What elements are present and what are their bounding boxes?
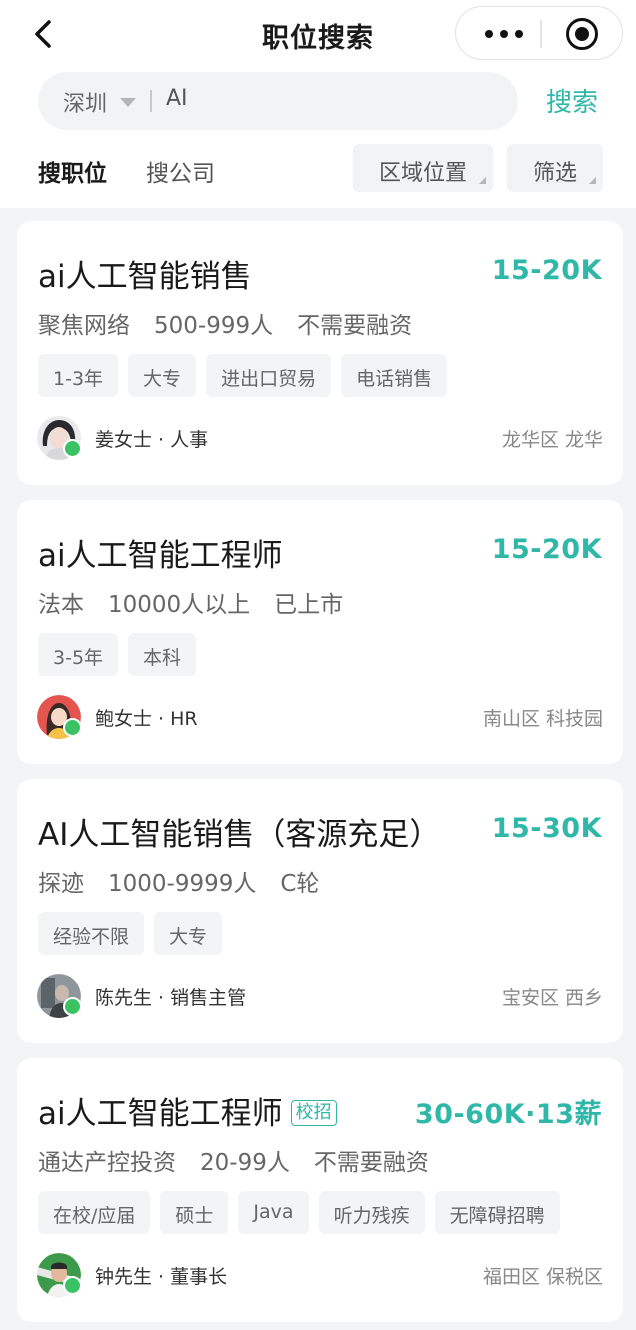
search-input[interactable]: AI xyxy=(166,86,188,111)
online-status-dot xyxy=(63,718,82,737)
job-card[interactable]: ai人工智能工程师 15-20K 法本 10000人以上 已上市 3-5年 本科 鲍… xyxy=(17,500,623,764)
capsule-divider xyxy=(540,20,542,48)
corner-triangle-icon xyxy=(589,177,596,184)
online-status-dot xyxy=(63,997,82,1016)
city-selector[interactable]: 深圳 xyxy=(63,86,107,118)
funding-stage: 不需要融资 xyxy=(313,1150,429,1176)
job-location: 福田区 保税区 xyxy=(482,1266,603,1288)
company-size: 10000人以上 xyxy=(108,592,251,618)
job-title: AI人工智能销售（客源充足） xyxy=(38,817,441,853)
online-status-dot xyxy=(63,1276,82,1295)
recruiter-name: 钟先生 · 董事长 xyxy=(95,1266,228,1288)
recruiter-row: 钟先生 · 董事长 福田区 保税区 xyxy=(37,1253,603,1297)
tag-list: 3-5年 本科 xyxy=(38,633,197,676)
area-filter-label: 区域位置 xyxy=(378,161,467,186)
company-info: 通达产控投资 20-99人 不需要融资 xyxy=(38,1143,453,1177)
company-size: 500-999人 xyxy=(154,313,274,339)
company-size: 1000-9999人 xyxy=(108,871,257,897)
recruiter-name: 陈先生 · 销售主管 xyxy=(95,987,247,1009)
salary: 15-30K xyxy=(491,813,602,844)
recruiter-row: 鲍女士 · HR 南山区 科技园 xyxy=(37,695,603,739)
job-location: 南山区 科技园 xyxy=(482,708,603,730)
campus-recruit-badge: 校招 xyxy=(290,1099,337,1126)
job-card[interactable]: ai人工智能销售 15-20K 聚焦网络 500-999人 不需要融资 1-3年 大… xyxy=(17,221,623,485)
more-icon[interactable] xyxy=(474,7,534,61)
tab-search-companies[interactable]: 搜公司 xyxy=(146,154,215,188)
company-name: 聚焦网络 xyxy=(38,313,130,339)
funding-stage: 已上市 xyxy=(274,592,344,618)
screen-filter-button[interactable]: 筛选 xyxy=(507,144,603,192)
miniprogram-capsule xyxy=(455,6,623,60)
recruiter-row: 陈先生 · 销售主管 宝安区 西乡 xyxy=(37,974,603,1018)
funding-stage: 不需要融资 xyxy=(297,313,413,339)
tag-list: 经验不限 大专 xyxy=(38,912,223,955)
job-location: 龙华区 龙华 xyxy=(501,429,603,451)
job-title-text: ai人工智能工程师 xyxy=(38,1096,283,1132)
job-tag: 大专 xyxy=(128,354,197,397)
search-header: 职位搜索 深圳 AI 搜索 搜职位 搜公司 区域位置 筛选 xyxy=(0,0,636,208)
job-title: ai人工智能销售 xyxy=(38,259,252,295)
company-size: 20-99人 xyxy=(200,1150,290,1176)
job-tag: 经验不限 xyxy=(38,912,145,955)
tab-search-jobs[interactable]: 搜职位 xyxy=(38,154,107,188)
recruiter-row: 姜女士 · 人事 龙华区 龙华 xyxy=(37,416,603,460)
company-name: 法本 xyxy=(38,592,84,618)
job-title: ai人工智能工程师 xyxy=(38,538,283,574)
job-tag: 大专 xyxy=(154,912,223,955)
job-tag: 听力残疾 xyxy=(318,1191,425,1234)
job-tag: 1-3年 xyxy=(38,354,119,397)
job-tag: 无障碍招聘 xyxy=(434,1191,560,1234)
job-tag: 进出口贸易 xyxy=(206,354,332,397)
online-status-dot xyxy=(63,439,82,458)
search-bar[interactable]: 深圳 AI xyxy=(38,72,518,130)
tag-list: 在校/应届 硕士 Java 听力残疾 无障碍招聘 xyxy=(38,1191,560,1234)
tag-list: 1-3年 大专 进出口贸易 电话销售 xyxy=(38,354,448,397)
job-card[interactable]: AI人工智能销售（客源充足） 15-30K 探迹 1000-9999人 C轮 经验不… xyxy=(17,779,623,1043)
job-card[interactable]: ai人工智能工程师 校招 30-60K·13薪 通达产控投资 20-99人 不需要融资… xyxy=(17,1058,623,1322)
job-tag: 硕士 xyxy=(160,1191,229,1234)
salary: 15-20K xyxy=(491,255,602,286)
job-location: 宝安区 西乡 xyxy=(501,987,603,1009)
company-name: 探迹 xyxy=(38,871,84,897)
nav-bar: 职位搜索 xyxy=(0,0,636,68)
company-info: 聚焦网络 500-999人 不需要融资 xyxy=(38,306,436,340)
job-tag: 3-5年 xyxy=(38,633,119,676)
area-filter-button[interactable]: 区域位置 xyxy=(353,144,493,192)
recruiter-name: 鲍女士 · HR xyxy=(95,708,198,730)
funding-stage: C轮 xyxy=(280,871,320,897)
company-name: 通达产控投资 xyxy=(38,1150,176,1176)
job-tag: 本科 xyxy=(128,633,197,676)
search-divider xyxy=(150,90,152,112)
caret-down-icon[interactable] xyxy=(120,98,136,107)
job-title: ai人工智能工程师 校招 xyxy=(38,1088,337,1133)
recruiter-name: 姜女士 · 人事 xyxy=(95,429,209,451)
search-button[interactable]: 搜索 xyxy=(546,82,598,119)
salary: 30-60K·13薪 xyxy=(414,1099,602,1130)
job-tag: 在校/应届 xyxy=(38,1191,151,1234)
company-info: 法本 10000人以上 已上市 xyxy=(38,585,367,619)
corner-triangle-icon xyxy=(479,177,486,184)
job-tag: Java xyxy=(238,1191,309,1234)
close-miniprogram-icon[interactable] xyxy=(566,18,598,50)
salary: 15-20K xyxy=(491,534,602,565)
job-tag: 电话销售 xyxy=(341,354,448,397)
company-info: 探迹 1000-9999人 C轮 xyxy=(38,864,343,898)
screen-filter-label: 筛选 xyxy=(532,161,577,186)
